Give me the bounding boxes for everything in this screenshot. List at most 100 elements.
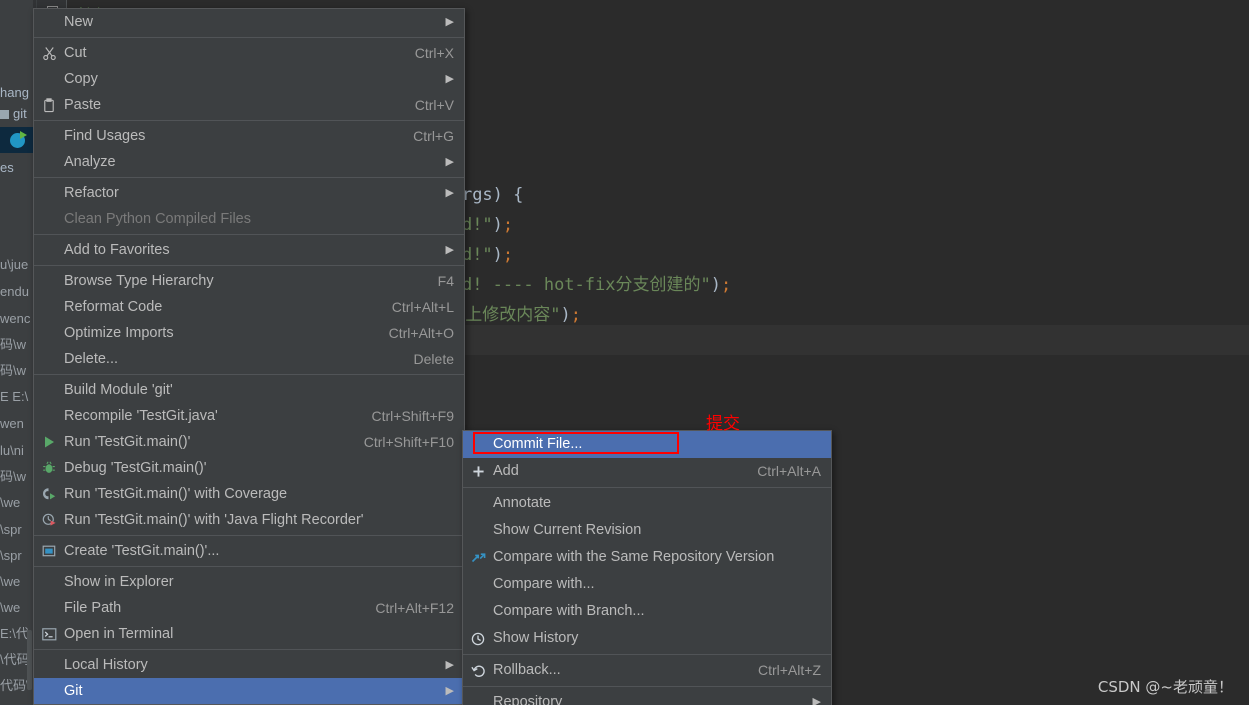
menu-separator	[34, 374, 464, 375]
submenu-item-annotate[interactable]: Annotate	[463, 490, 831, 517]
watermark-text: CSDN @~老顽童！	[1097, 678, 1233, 696]
sidebar-item-1[interactable]: git	[0, 103, 33, 124]
chevron-right-icon: ▶	[445, 244, 454, 256]
sidebar-item-11[interactable]: lu\ni	[0, 440, 33, 461]
menu-separator	[34, 120, 464, 121]
menu-item-clean-python-compiled-files: Clean Python Compiled Files	[64, 211, 251, 227]
clipboard-icon	[34, 97, 64, 113]
submenu-item-compare-same-repo-version[interactable]: Compare with the Same Repository Version	[463, 544, 831, 571]
menu-item-new[interactable]: New ▶	[34, 9, 464, 35]
menu-item-file-path[interactable]: File Path Ctrl+Alt+F12	[34, 595, 464, 621]
editor-context-menu[interactable]: New ▶ Cut Ctrl+X Copy ▶ Paste Ctrl+V Fin…	[33, 8, 465, 705]
sidebar-item-9[interactable]: E E:\	[0, 386, 33, 407]
folder-icon	[0, 110, 9, 120]
sidebar-item-label: 码\w	[0, 469, 27, 484]
sidebar-item-12[interactable]: 码\w	[0, 466, 33, 487]
menu-item-add-to-favorites[interactable]: Add to Favorites ▶	[34, 237, 464, 263]
sidebar-item-10[interactable]: wen	[0, 413, 33, 434]
rollback-icon	[463, 664, 493, 678]
menu-item-optimize-imports[interactable]: Optimize Imports Ctrl+Alt+O	[34, 320, 464, 346]
sidebar-item-17[interactable]: \we	[0, 597, 33, 618]
sidebar-item-label: E:\代	[0, 626, 29, 641]
menu-item-local-history[interactable]: Local History ▶	[34, 652, 464, 678]
sidebar-item-label: 码\w	[0, 337, 27, 352]
sidebar-item-label: es	[0, 160, 14, 175]
submenu-item-add[interactable]: Add Ctrl+Alt+A	[463, 458, 831, 485]
project-sidebar[interactable]: hang git es u\jue endu wenc 码\w 码\w E E:…	[0, 0, 33, 705]
menu-item-git[interactable]: Git ▶	[34, 678, 464, 704]
menu-item-run-with-coverage[interactable]: Run 'TestGit.main()' with Coverage	[34, 481, 464, 507]
submenu-item-repository[interactable]: Repository ▶	[463, 689, 831, 705]
coverage-icon	[34, 487, 64, 501]
sidebar-item-13[interactable]: \we	[0, 492, 33, 513]
submenu-item-show-history[interactable]: Show History	[463, 625, 831, 652]
sidebar-item-label: hang	[0, 85, 29, 100]
chevron-right-icon: ▶	[445, 685, 454, 697]
menu-separator	[34, 649, 464, 650]
menu-separator	[34, 177, 464, 178]
debug-icon	[34, 461, 64, 475]
sidebar-item-5[interactable]: endu	[0, 281, 33, 302]
idea-module-icon	[10, 131, 27, 149]
flight-recorder-icon	[34, 513, 64, 527]
sidebar-item-2[interactable]	[0, 127, 33, 153]
sidebar-item-16[interactable]: \we	[0, 571, 33, 592]
menu-item-run-main[interactable]: Run 'TestGit.main()' Ctrl+Shift+F10	[34, 429, 464, 455]
sidebar-item-4[interactable]: u\jue	[0, 254, 33, 275]
sidebar-item-label: \spr	[0, 522, 22, 537]
menu-item-build-module[interactable]: Build Module 'git'	[34, 377, 464, 403]
terminal-icon	[34, 627, 64, 641]
chevron-right-icon: ▶	[812, 696, 821, 705]
sidebar-item-label: \we	[0, 600, 21, 615]
sidebar-item-0[interactable]: hang	[0, 82, 33, 103]
sidebar-item-label: 码\w	[0, 363, 27, 378]
submenu-item-compare-with-branch[interactable]: Compare with Branch...	[463, 598, 831, 625]
sidebar-item-14[interactable]: \spr	[0, 519, 33, 540]
sidebar-item-3[interactable]: es	[0, 157, 33, 178]
sidebar-item-label: \代码	[0, 652, 30, 667]
menu-item-open-in-terminal[interactable]: Open in Terminal	[34, 621, 464, 647]
submenu-item-commit-file[interactable]: Commit File...	[463, 431, 831, 458]
chevron-right-icon: ▶	[445, 187, 454, 199]
sidebar-item-label: lu\ni	[0, 443, 24, 458]
git-submenu[interactable]: Commit File... Add Ctrl+Alt+A Annotate S…	[462, 430, 832, 705]
menu-item-show-in-explorer[interactable]: Show in Explorer	[34, 569, 464, 595]
sidebar-item-label: wenc	[0, 311, 31, 326]
history-icon	[463, 632, 493, 646]
menu-item-browse-type-hierarchy[interactable]: Browse Type Hierarchy F4	[34, 268, 464, 294]
submenu-item-show-current-revision[interactable]: Show Current Revision	[463, 517, 831, 544]
chevron-right-icon: ▶	[445, 659, 454, 671]
sidebar-item-label: \spr	[0, 548, 22, 563]
menu-item-run-with-jfr[interactable]: Run 'TestGit.main()' with 'Java Flight R…	[34, 507, 464, 533]
menu-item-recompile[interactable]: Recompile 'TestGit.java' Ctrl+Shift+F9	[34, 403, 464, 429]
chevron-right-icon: ▶	[445, 16, 454, 28]
sidebar-item-6[interactable]: wenc	[0, 308, 33, 329]
create-config-icon	[34, 544, 64, 558]
menu-item-copy[interactable]: Copy ▶	[34, 66, 464, 92]
sidebar-item-8[interactable]: 码\w	[0, 360, 33, 381]
sidebar-item-label: endu	[0, 284, 29, 299]
menu-item-refactor[interactable]: Refactor ▶	[34, 180, 464, 206]
chevron-right-icon: ▶	[445, 156, 454, 168]
chevron-right-icon: ▶	[445, 73, 454, 85]
menu-separator	[463, 686, 831, 687]
menu-item-cut[interactable]: Cut Ctrl+X	[34, 40, 464, 66]
run-icon	[34, 435, 64, 449]
menu-separator	[34, 265, 464, 266]
submenu-item-compare-with[interactable]: Compare with...	[463, 571, 831, 598]
menu-item-paste[interactable]: Paste Ctrl+V	[34, 92, 464, 118]
menu-separator	[463, 654, 831, 655]
menu-item-delete[interactable]: Delete... Delete	[34, 346, 464, 372]
menu-item-find-usages[interactable]: Find Usages Ctrl+G	[34, 123, 464, 149]
menu-item-reformat-code[interactable]: Reformat Code Ctrl+Alt+L	[34, 294, 464, 320]
submenu-item-rollback[interactable]: Rollback... Ctrl+Alt+Z	[463, 657, 831, 684]
sidebar-scrollbar[interactable]	[27, 630, 32, 690]
menu-item-debug-main[interactable]: Debug 'TestGit.main()'	[34, 455, 464, 481]
annotation-label: 提交	[706, 414, 740, 434]
sidebar-item-15[interactable]: \spr	[0, 545, 33, 566]
sidebar-item-7[interactable]: 码\w	[0, 334, 33, 355]
menu-item-create-run-config[interactable]: Create 'TestGit.main()'...	[34, 538, 464, 564]
sidebar-item-label: u\jue	[0, 257, 29, 272]
menu-item-analyze[interactable]: Analyze ▶	[34, 149, 464, 175]
ide-window: hang git es u\jue endu wenc 码\w 码\w E E:…	[0, 0, 1249, 705]
